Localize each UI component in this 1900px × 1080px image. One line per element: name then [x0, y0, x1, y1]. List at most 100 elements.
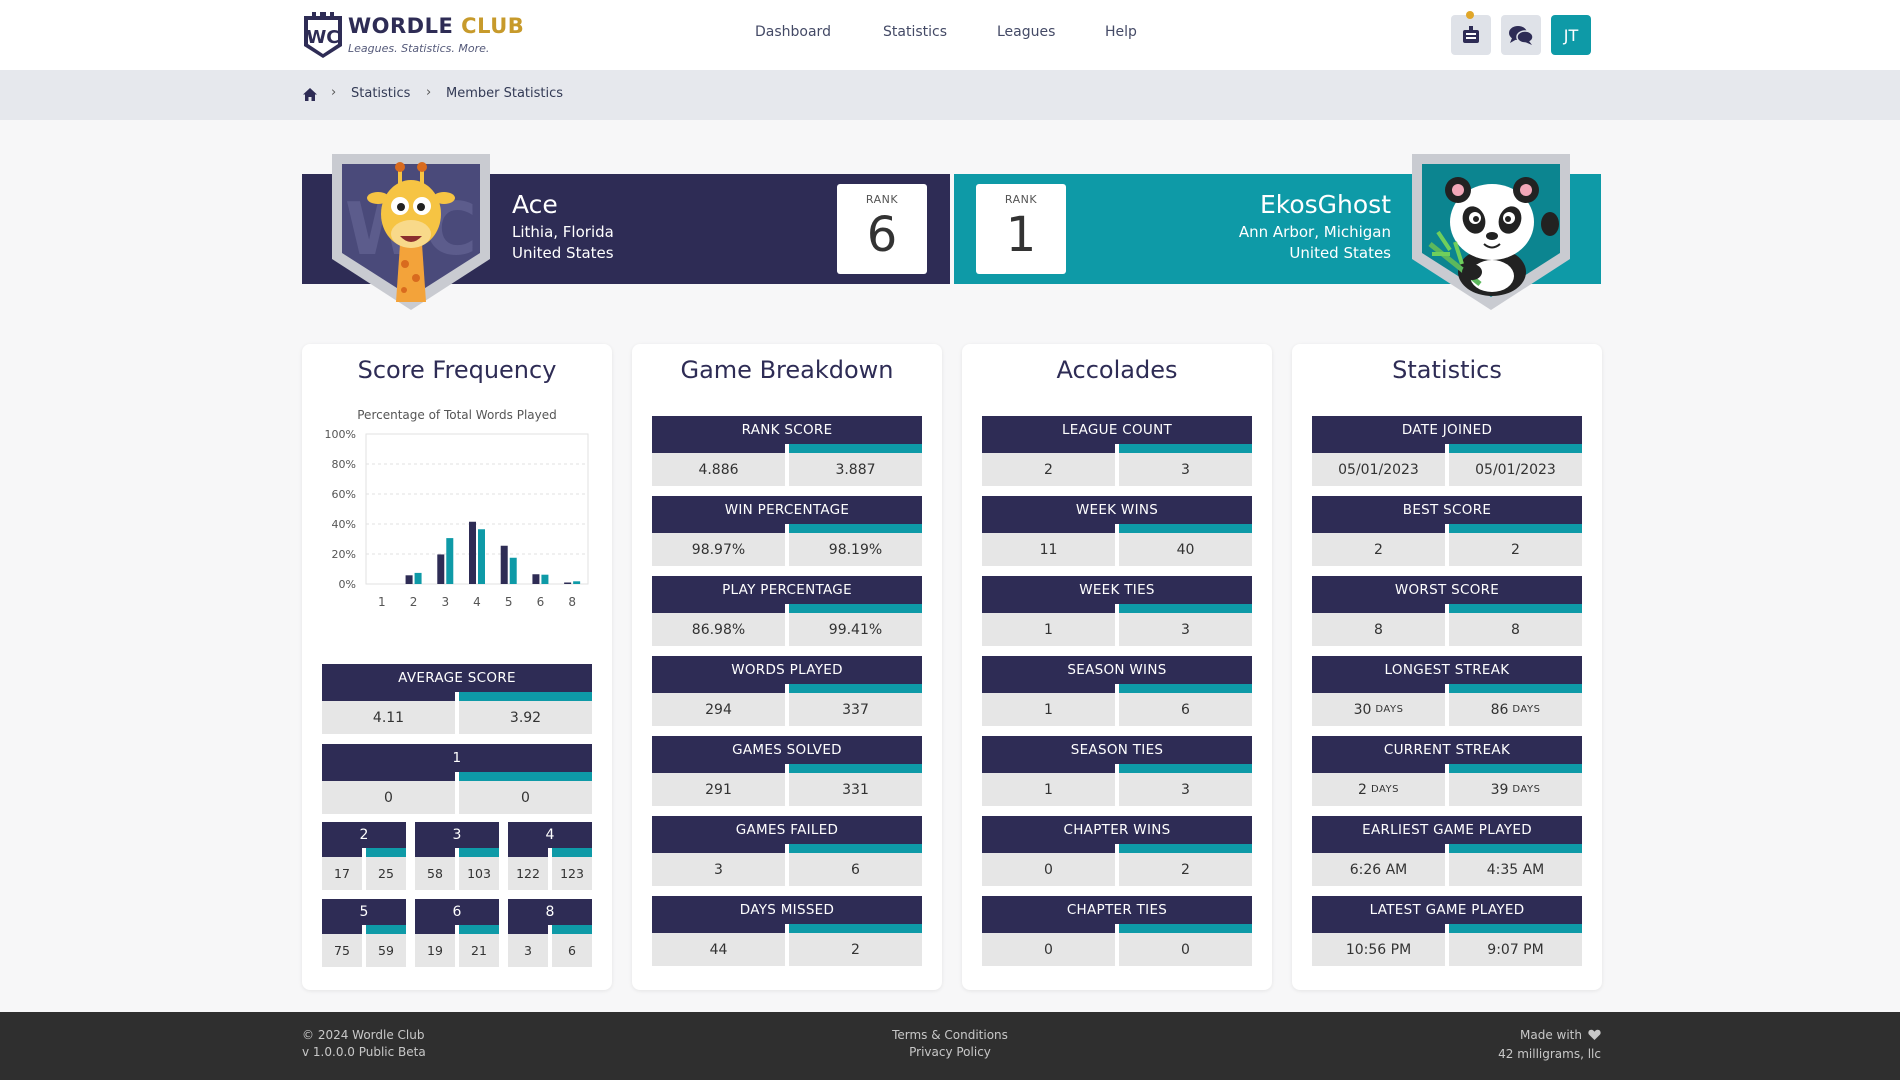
- logo-tagline: Leagues. Statistics. More.: [348, 42, 490, 55]
- player-left-bar: [982, 924, 1115, 933]
- player-left-value: 11: [982, 533, 1115, 566]
- player-right-value: 0: [459, 781, 592, 814]
- player-left-value: 291: [652, 773, 785, 806]
- player-right-name[interactable]: EkosGhost: [1260, 190, 1391, 219]
- player-right-value: 9:07 PM: [1449, 933, 1582, 966]
- week-wins-stat: WEEK WINS 11 40: [982, 496, 1252, 566]
- stat-label: WORDS PLAYED: [652, 656, 922, 684]
- footer-company[interactable]: 42 milligrams, llc: [1498, 1047, 1601, 1061]
- user-avatar[interactable]: JT: [1551, 15, 1591, 55]
- stat-label: DATE JOINED: [1312, 416, 1582, 444]
- score-8-tile: 8 3 6: [508, 899, 592, 969]
- player-left-bar: [1312, 604, 1445, 613]
- player-right-value: 25: [366, 857, 406, 890]
- privacy-link[interactable]: Privacy Policy: [850, 1045, 1050, 1059]
- score-4-tile: 4 122 123: [508, 822, 592, 892]
- panda-avatar: [1412, 154, 1570, 310]
- player-left-value: 122: [508, 857, 548, 890]
- breadcrumb-statistics[interactable]: Statistics: [351, 86, 410, 101]
- player-left-value: 4.11: [322, 701, 455, 734]
- player-left-bar: [508, 848, 548, 857]
- stat-label: WEEK WINS: [982, 496, 1252, 524]
- stat-label: CHAPTER TIES: [982, 896, 1252, 924]
- player-left-bar: [982, 764, 1115, 773]
- player-right-bar: [1119, 684, 1252, 693]
- current-streak-stat: CURRENT STREAK 2 DAYS 39 DAYS: [1312, 736, 1582, 806]
- chart-bar: [541, 574, 549, 584]
- mailbox-icon: [1463, 26, 1479, 43]
- terms-link[interactable]: Terms & Conditions: [850, 1028, 1050, 1042]
- player-left-value: 75: [322, 934, 362, 967]
- player-left-value-cell: 2 DAYS: [1312, 773, 1445, 806]
- logo-shield-icon: WC: [304, 12, 342, 58]
- words-played-stat: WORDS PLAYED 294 337: [652, 656, 922, 726]
- player-right-value: 331: [789, 773, 922, 806]
- chart-y-tick-label: 40%: [332, 518, 356, 531]
- player-right-rank: 1: [1005, 207, 1037, 263]
- player-left-value: 3: [652, 853, 785, 886]
- player-left-value: 30: [1353, 701, 1372, 718]
- player-right-bar: [789, 844, 922, 853]
- stat-label: 1: [322, 744, 592, 772]
- stat-label: WEEK TIES: [982, 576, 1252, 604]
- stat-label: CURRENT STREAK: [1312, 736, 1582, 764]
- chart-bar: [478, 529, 485, 584]
- player-left-name[interactable]: Ace: [512, 190, 558, 219]
- play-percentage-stat: PLAY PERCENTAGE 86.98% 99.41%: [652, 576, 922, 646]
- player-left-bar: [1312, 924, 1445, 933]
- player-right-bar: [1119, 524, 1252, 533]
- player-left-value: 8: [1312, 613, 1445, 646]
- rank-score-stat: RANK SCORE 4.886 3.887: [652, 416, 922, 486]
- player-left-value: 1: [982, 693, 1115, 726]
- player-right-bar: [789, 524, 922, 533]
- chart-bar: [573, 581, 581, 584]
- chart-x-tick-label: 2: [410, 595, 418, 609]
- win-percentage-stat: WIN PERCENTAGE 98.97% 98.19%: [652, 496, 922, 566]
- stat-label: LEAGUE COUNT: [982, 416, 1252, 444]
- nav-help[interactable]: Help: [1105, 24, 1137, 40]
- tile-label: 8: [508, 899, 592, 925]
- player-right-value: 99.41%: [789, 613, 922, 646]
- logo-title-part1: WORDLE: [348, 14, 454, 38]
- player-left-rank-box: RANK 6: [837, 184, 927, 274]
- chat-button[interactable]: [1501, 15, 1541, 55]
- score-2-tile: 2 17 25: [322, 822, 406, 892]
- tile-label: 6: [415, 899, 499, 925]
- nav-dashboard[interactable]: Dashboard: [755, 24, 831, 40]
- stat-label: BEST SCORE: [1312, 496, 1582, 524]
- player-left-bar: [652, 764, 785, 773]
- player-left-value: 4.886: [652, 453, 785, 486]
- games-failed-stat: GAMES FAILED 3 6: [652, 816, 922, 886]
- player-right-bar: [1449, 844, 1582, 853]
- player-right-value: 2: [1449, 533, 1582, 566]
- player-right-value: 59: [366, 934, 406, 967]
- player-right-value: 0: [1119, 933, 1252, 966]
- player-right-value: 2: [1119, 853, 1252, 886]
- player-left-bar: [1312, 764, 1445, 773]
- chart-bar: [564, 582, 572, 584]
- notification-dot: [1466, 11, 1474, 19]
- nav-statistics[interactable]: Statistics: [883, 24, 947, 40]
- season-wins-stat: SEASON WINS 1 6: [982, 656, 1252, 726]
- player-right-bar: [1119, 444, 1252, 453]
- player-left-bar: [652, 444, 785, 453]
- home-icon[interactable]: [302, 87, 318, 102]
- player-left-location-line1: Lithia, Florida: [512, 223, 614, 241]
- player-left-bar: [322, 848, 362, 857]
- player-right-bar: [366, 925, 406, 934]
- stat-label: GAMES FAILED: [652, 816, 922, 844]
- mailbox-button[interactable]: [1451, 15, 1491, 55]
- wordle-club-logo[interactable]: WC WORDLE CLUB Leagues. Statistics. More…: [302, 10, 524, 62]
- player-right-value: 98.19%: [789, 533, 922, 566]
- player-left-value: 86.98%: [652, 613, 785, 646]
- tile-label: 2: [322, 822, 406, 848]
- player-left-value: 2: [982, 453, 1115, 486]
- statistics-title: Statistics: [1392, 356, 1502, 384]
- player-right-bar: [1119, 844, 1252, 853]
- logo-title-part2: CLUB: [461, 14, 525, 38]
- player-left-bar: [1312, 524, 1445, 533]
- nav-leagues[interactable]: Leagues: [997, 24, 1055, 40]
- player-right-value: 3.92: [459, 701, 592, 734]
- player-right-bar: [1449, 764, 1582, 773]
- player-right-value: 6: [1119, 693, 1252, 726]
